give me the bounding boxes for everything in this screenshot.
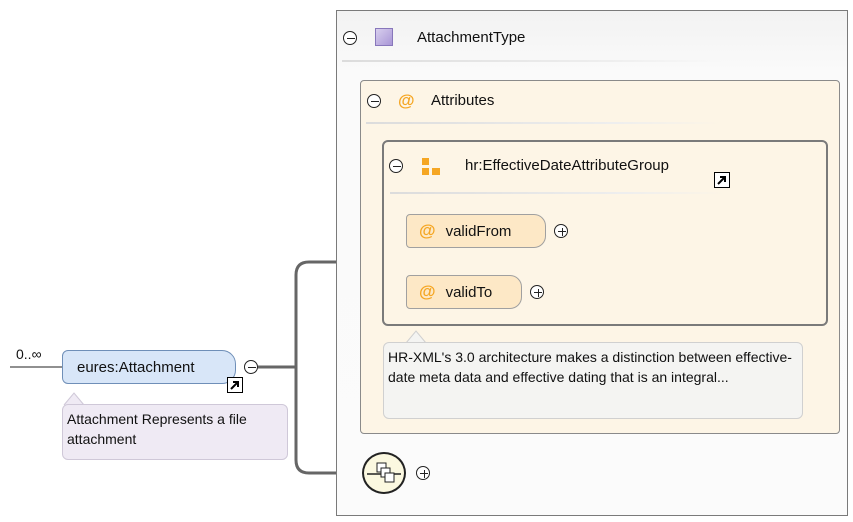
group-name: hr:EffectiveDateAttributeGroup bbox=[465, 157, 669, 174]
attribute-valid-to[interactable]: @ validTo bbox=[406, 275, 522, 309]
element-collapse-button[interactable] bbox=[244, 360, 258, 374]
group-separator bbox=[390, 192, 724, 194]
attributes-collapse-button[interactable] bbox=[367, 94, 381, 108]
attributes-separator bbox=[366, 122, 720, 124]
valid-to-expand-button[interactable] bbox=[530, 285, 544, 299]
sequence-compositor-icon[interactable] bbox=[362, 452, 406, 494]
attribute-name: validFrom bbox=[445, 222, 512, 240]
type-separator bbox=[342, 60, 722, 62]
complex-type-icon bbox=[375, 28, 393, 46]
element-name: eures:Attachment bbox=[77, 358, 195, 376]
group-documentation: HR-XML's 3.0 architecture makes a distin… bbox=[383, 342, 803, 419]
attributes-header: Attributes bbox=[431, 92, 495, 109]
attribute-icon: @ bbox=[419, 282, 436, 301]
type-collapse-button[interactable] bbox=[343, 31, 357, 45]
sequence-expand-button[interactable] bbox=[416, 466, 430, 480]
group-reference-link-icon[interactable] bbox=[714, 172, 730, 188]
attribute-group-icon bbox=[422, 158, 440, 175]
group-collapse-button[interactable] bbox=[389, 159, 403, 173]
type-name: AttachmentType bbox=[417, 29, 526, 46]
attribute-name: validTo bbox=[445, 283, 493, 301]
attribute-icon: @ bbox=[419, 221, 436, 240]
element-eures-attachment[interactable]: eures:Attachment bbox=[62, 350, 236, 384]
element-reference-link-icon[interactable] bbox=[227, 377, 243, 393]
valid-from-expand-button[interactable] bbox=[554, 224, 568, 238]
element-documentation: Attachment Represents a file attachment bbox=[62, 404, 288, 460]
cardinality-label: 0..∞ bbox=[16, 346, 42, 362]
attribute-icon: @ bbox=[398, 91, 415, 110]
attribute-valid-from[interactable]: @ validFrom bbox=[406, 214, 546, 248]
